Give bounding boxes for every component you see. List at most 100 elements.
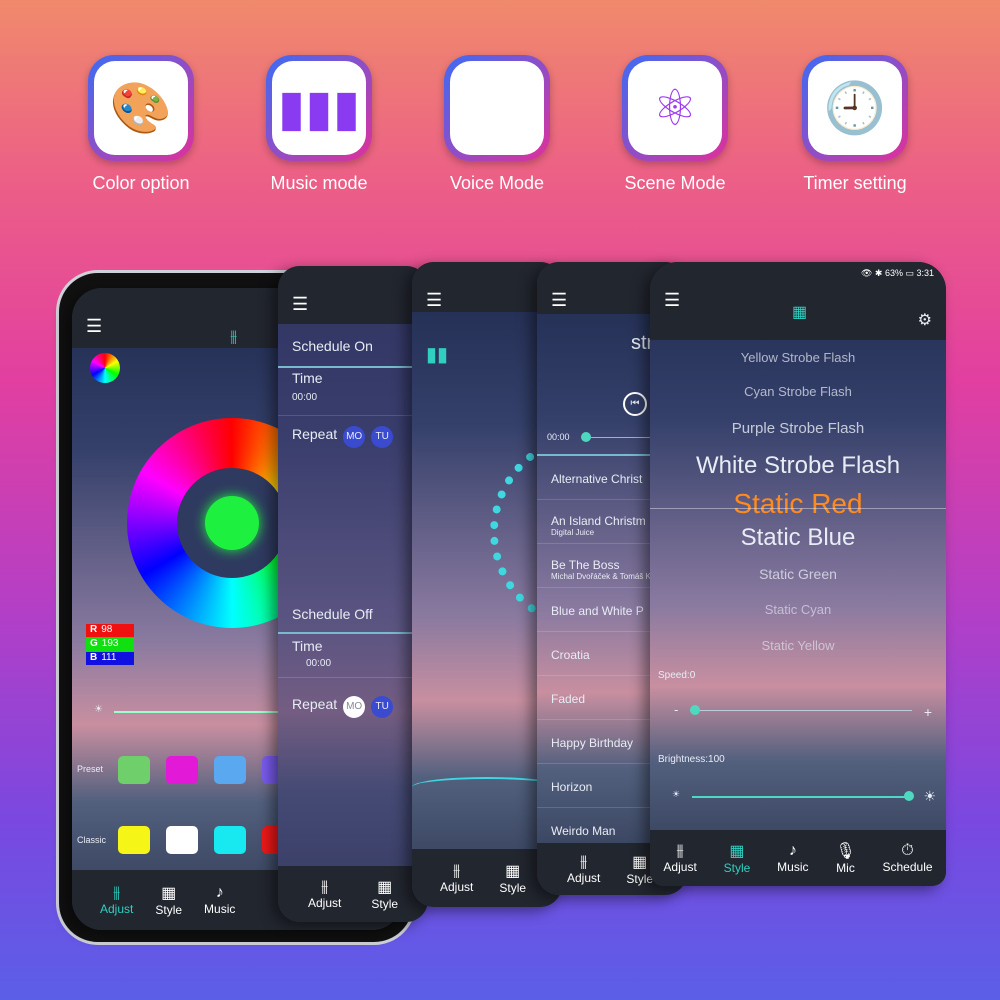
mode-item[interactable]: Static Yellow [650, 638, 946, 653]
brightness-low-icon: ☀ [672, 789, 681, 799]
feature-label: Color option [92, 173, 190, 193]
nav-style[interactable]: ▦ Style [371, 877, 398, 911]
green-value: 193 [101, 638, 119, 649]
sliders-icon[interactable]: ⫵ [230, 328, 237, 346]
atom-icon: ⚛ [628, 61, 722, 155]
timer-icon: ⏱ [901, 842, 914, 859]
elapsed-time: 00:00 [547, 432, 570, 442]
menu-icon[interactable]: ☰ [551, 290, 567, 311]
mode-item[interactable]: Purple Strobe Flash [650, 420, 946, 437]
classic-swatch[interactable] [118, 826, 150, 854]
selection-line [650, 508, 946, 509]
song-title: Croatia [551, 648, 590, 662]
day-toggle[interactable]: MO [343, 696, 366, 718]
grid-icon: ▦ [505, 863, 521, 880]
mode-item[interactable]: Cyan Strobe Flash [650, 384, 946, 399]
brightness-icon: ☀ [94, 704, 103, 715]
nav-adjust[interactable]: ⫵ Adjust [567, 853, 600, 885]
nav-style[interactable]: ▦ Style [499, 861, 526, 895]
nav-music[interactable]: ♪ Music [204, 884, 235, 916]
feature-label: Voice Mode [449, 173, 545, 193]
grid-icon[interactable]: ▦ [792, 302, 807, 322]
sliders-icon: ⫵ [452, 862, 461, 879]
feature-label: Scene Mode [624, 173, 726, 193]
speed-slider[interactable] [690, 705, 912, 715]
day-toggle[interactable]: MO [343, 426, 366, 448]
status-bar: 👁 ✱ 63% ▭ 3:31 [860, 268, 934, 278]
sliders-icon: ⫵ [676, 842, 684, 859]
mode-item[interactable]: White Strobe Flash [650, 452, 946, 480]
sliders-icon: ⫵ [112, 884, 121, 901]
grid-icon: ▦ [377, 879, 393, 896]
nav-schedule[interactable]: ⏱ Schedule [883, 842, 933, 874]
day-toggle[interactable]: TU [371, 696, 394, 718]
microphone-icon: 🎙 [450, 61, 544, 155]
plus-icon[interactable]: + [924, 704, 932, 720]
feature-label: Timer setting [803, 173, 907, 193]
red-value: 98 [101, 624, 113, 635]
nav-adjust[interactable]: ⫵ Adjust [440, 862, 473, 894]
microphone-icon: 🎙 [835, 843, 856, 860]
feature-timer-setting: 🕘 Timer setting [780, 55, 930, 194]
palette-icon: 🎨 [94, 61, 188, 155]
menu-icon[interactable]: ☰ [86, 316, 102, 337]
feature-label: Music mode [270, 173, 368, 193]
preset-swatch[interactable] [118, 756, 150, 784]
previous-track-button[interactable]: ⏮ [623, 392, 647, 416]
settings-icon[interactable]: ⚙ [918, 310, 932, 330]
sliders-icon: ⫵ [579, 853, 588, 870]
color-picker-toggle[interactable] [90, 353, 120, 383]
preset-swatch[interactable] [214, 756, 246, 784]
blue-value: 111 [101, 652, 117, 663]
nav-adjust[interactable]: ⫵ Adjust [100, 884, 133, 916]
schedule-on-label: Schedule On [278, 338, 428, 368]
song-title: Faded [551, 692, 586, 706]
classic-swatch[interactable] [214, 826, 246, 854]
feature-color-option: 🎨 Color option [66, 55, 216, 194]
menu-icon[interactable]: ☰ [664, 290, 680, 311]
song-title: Be The Boss [551, 558, 620, 572]
feature-music-mode: ▮▮▮ Music mode [244, 55, 394, 194]
feature-scene-mode: ⚛ Scene Mode [600, 55, 750, 194]
sliders-icon: ⫵ [320, 878, 329, 895]
time-on-row[interactable]: Time 00:00 [278, 370, 428, 416]
nav-adjust[interactable]: ⫵ Adjust [663, 842, 696, 874]
equalizer-icon: ▮▮ [426, 344, 449, 366]
nav-style[interactable]: ▦ Style [155, 883, 182, 917]
nav-style[interactable]: ▦ Style [724, 841, 751, 875]
selected-color-preview [205, 496, 259, 550]
mode-item[interactable]: Static Blue [650, 524, 946, 552]
top-bar: 👁 ✱ 63% ▭ 3:31 ☰ ▦ ⚙ [650, 262, 946, 340]
nav-mic[interactable]: 🎙 Mic [835, 841, 855, 875]
brightness-high-icon: ☀ [923, 788, 936, 804]
mode-item[interactable]: Static Green [650, 566, 946, 582]
repeat-off-row: Repeat MO TU [278, 696, 428, 726]
song-title: Happy Birthday [551, 736, 634, 750]
time-off-row[interactable]: Time 00:00 [278, 638, 428, 678]
song-title: Weirdo Man [551, 824, 616, 838]
mode-item[interactable]: Static Cyan [650, 602, 946, 617]
bottom-nav: ⫵ Adjust ▦ Style ♪ Music 🎙 Mic ⏱ Schedule [650, 830, 946, 886]
soundwave-icon: ▮▮▮ [272, 61, 366, 155]
song-title: An Island Christm [551, 514, 646, 528]
mode-item[interactable]: Static Red [650, 488, 946, 520]
repeat-on-row: Repeat MO TU [278, 426, 428, 466]
brightness-slider[interactable] [692, 791, 914, 801]
battery-level: 63% [884, 268, 903, 278]
minus-icon[interactable]: - [674, 702, 678, 717]
music-icon: ♪ [788, 842, 797, 859]
menu-icon[interactable]: ☰ [426, 290, 442, 311]
menu-icon[interactable]: ☰ [292, 294, 308, 315]
nav-music[interactable]: ♪ Music [777, 842, 808, 874]
nav-adjust[interactable]: ⫵ Adjust [308, 878, 341, 910]
day-toggle[interactable]: TU [371, 426, 394, 448]
classic-swatch[interactable] [166, 826, 198, 854]
speed-label: Speed:0 [658, 670, 696, 681]
style-screen: 👁 ✱ 63% ▭ 3:31 ☰ ▦ ⚙ Yellow Strobe Flash… [650, 262, 946, 886]
preset-swatch[interactable] [166, 756, 198, 784]
mode-item[interactable]: Yellow Strobe Flash [650, 350, 946, 365]
brightness-label: Brightness:100 [658, 754, 725, 765]
preset-label: Preset [77, 764, 104, 774]
classic-label: Classic [77, 835, 107, 845]
song-title: Horizon [551, 780, 593, 794]
